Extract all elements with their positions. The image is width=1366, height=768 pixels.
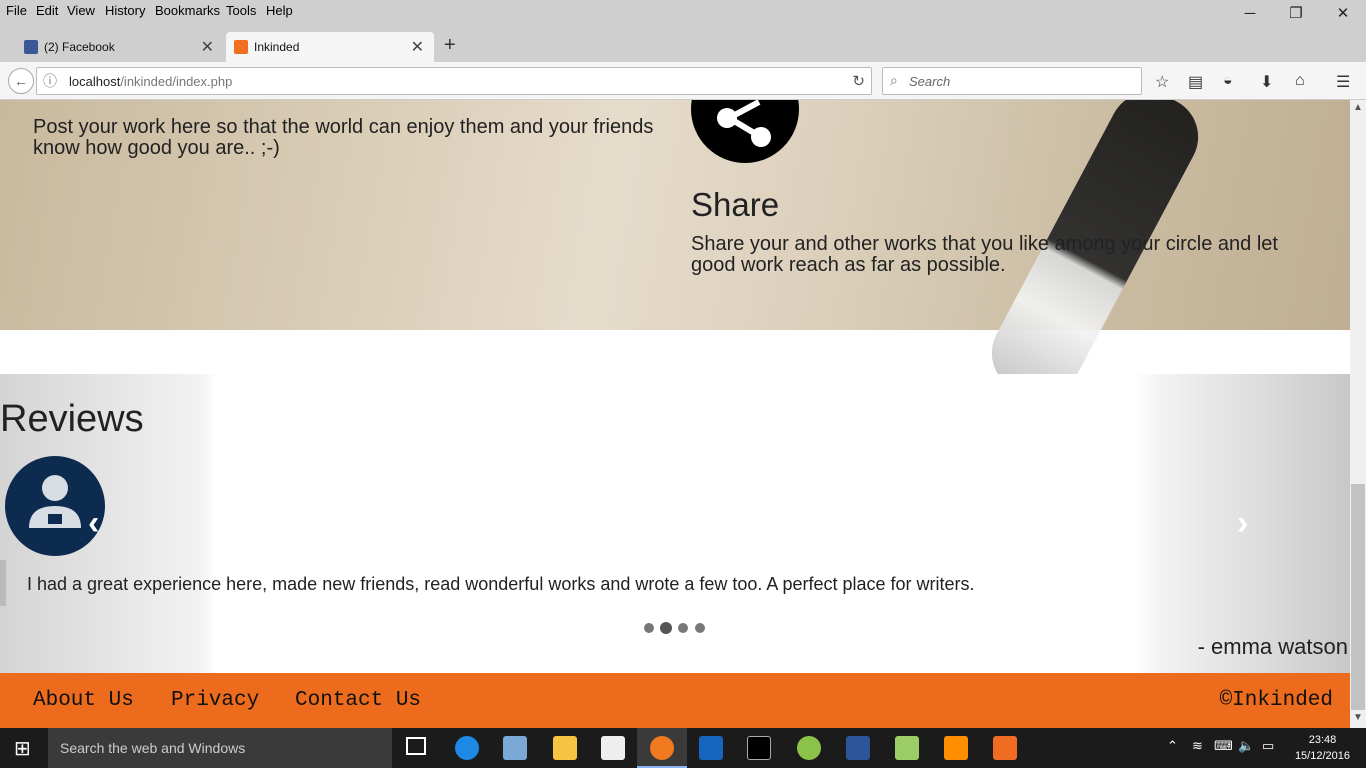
keyboard-icon[interactable]: ⌨ bbox=[1214, 738, 1233, 754]
download-icon[interactable]: ⬇ bbox=[1260, 72, 1273, 92]
bookmark-star-icon[interactable]: ☆ bbox=[1155, 72, 1169, 92]
copyright: ©Inkinded bbox=[1219, 689, 1333, 712]
scrollbar-thumb[interactable] bbox=[1351, 484, 1365, 710]
info-icon[interactable]: ⓘ bbox=[43, 71, 57, 91]
review-quote: I had a great experience here, made new … bbox=[27, 574, 975, 594]
new-tab-button[interactable]: + bbox=[444, 34, 456, 57]
notification-icon[interactable]: ▭ bbox=[1262, 738, 1274, 754]
nav-bar: ← ⓘ localhost/inkinded/index.php ↻ ⌕ Sea… bbox=[0, 62, 1366, 100]
menu-history[interactable]: History bbox=[105, 3, 145, 18]
menu-edit[interactable]: Edit bbox=[36, 3, 58, 18]
clock-date: 15/12/2016 bbox=[1294, 750, 1350, 762]
quote-marker bbox=[0, 560, 6, 606]
footer-link-privacy[interactable]: Privacy bbox=[171, 689, 259, 712]
review-author: - emma watson bbox=[1197, 634, 1348, 659]
reviews-heading: Reviews bbox=[0, 398, 144, 440]
url-bar[interactable]: ⓘ localhost/inkinded/index.php ↻ bbox=[36, 67, 872, 95]
home-icon[interactable]: ⌂ bbox=[1295, 72, 1305, 90]
windows-start-icon[interactable]: ⊞ bbox=[14, 736, 31, 761]
tab-inkinded[interactable]: Inkinded ✕ bbox=[226, 32, 434, 62]
search-input[interactable]: ⌕ Search bbox=[882, 67, 1142, 95]
vlc-icon[interactable] bbox=[944, 736, 968, 760]
carousel-dot[interactable] bbox=[644, 623, 654, 633]
footer-link-contact[interactable]: Contact Us bbox=[295, 689, 421, 712]
page-content: Post your work here so that the world ca… bbox=[0, 100, 1350, 728]
volume-icon[interactable]: 🔈 bbox=[1238, 738, 1254, 754]
search-placeholder: Search bbox=[909, 74, 951, 89]
taskbar-search[interactable]: Search the web and Windows bbox=[48, 728, 392, 768]
edge-icon[interactable] bbox=[455, 736, 479, 760]
menu-bar: File Edit View History Bookmarks Tools H… bbox=[0, 0, 1366, 24]
post-text: Post your work here so that the world ca… bbox=[33, 116, 654, 159]
menu-view[interactable]: View bbox=[67, 3, 95, 18]
footer: About Us Privacy Contact Us ©Inkinded bbox=[0, 673, 1350, 728]
android-studio-icon[interactable] bbox=[797, 736, 821, 760]
close-tab-icon[interactable]: ✕ bbox=[201, 37, 214, 57]
task-view-icon[interactable] bbox=[406, 737, 426, 755]
carousel-dot-active[interactable] bbox=[660, 622, 672, 634]
taskbar-search-placeholder: Search the web and Windows bbox=[60, 740, 246, 756]
chevron-up-icon[interactable]: ⌃ bbox=[1167, 738, 1178, 754]
menu-file[interactable]: File bbox=[6, 3, 27, 18]
share-heading: Share bbox=[691, 186, 780, 223]
menu-bookmarks[interactable]: Bookmarks bbox=[155, 3, 220, 18]
xampp-taskbar-icon[interactable] bbox=[993, 736, 1017, 760]
footer-link-about[interactable]: About Us bbox=[33, 689, 134, 712]
tab-label: Inkinded bbox=[254, 40, 300, 54]
word-icon[interactable] bbox=[846, 736, 870, 760]
file-explorer-icon[interactable] bbox=[553, 736, 577, 760]
scroll-up-icon[interactable]: ▲ bbox=[1353, 102, 1363, 113]
terminal-icon[interactable] bbox=[747, 736, 771, 760]
tab-strip: (2) Facebook ✕ Inkinded ✕ + bbox=[0, 24, 1366, 62]
clock-time: 23:48 bbox=[1308, 734, 1337, 746]
carousel-dot[interactable] bbox=[678, 623, 688, 633]
pocket-icon[interactable]: ◒ bbox=[1223, 72, 1233, 90]
app-icon[interactable] bbox=[503, 736, 527, 760]
reviews-carousel: Reviews ‹ › I had a great experience her… bbox=[0, 374, 1350, 674]
back-button[interactable]: ← bbox=[8, 68, 34, 94]
xampp-icon bbox=[234, 40, 248, 54]
hamburger-menu-icon[interactable]: ☰ bbox=[1336, 72, 1350, 92]
tab-facebook[interactable]: (2) Facebook ✕ bbox=[16, 32, 224, 62]
search-icon: ⌕ bbox=[890, 72, 898, 88]
store-icon[interactable] bbox=[601, 736, 625, 760]
clock[interactable]: 23:48 15/12/2016 bbox=[1295, 732, 1350, 764]
menu-tools[interactable]: Tools bbox=[226, 3, 256, 18]
url-path: /inkinded/index.php bbox=[120, 74, 233, 89]
paint-icon[interactable] bbox=[895, 736, 919, 760]
menu-help[interactable]: Help bbox=[266, 3, 293, 18]
close-tab-icon[interactable]: ✕ bbox=[411, 37, 424, 57]
reading-list-icon[interactable]: ▤ bbox=[1188, 72, 1203, 92]
facebook-icon bbox=[24, 40, 38, 54]
tab-label: (2) Facebook bbox=[44, 40, 115, 54]
wifi-icon[interactable]: ≋ bbox=[1192, 738, 1203, 754]
share-icon bbox=[691, 100, 799, 163]
carousel-next-icon[interactable]: › bbox=[1237, 504, 1248, 543]
firefox-icon[interactable] bbox=[650, 736, 674, 760]
carousel-prev-icon[interactable]: ‹ bbox=[88, 504, 99, 543]
url-host: localhost bbox=[69, 74, 121, 89]
hero-section: Post your work here so that the world ca… bbox=[0, 100, 1350, 412]
reload-icon[interactable]: ↻ bbox=[852, 72, 865, 90]
bluetooth-icon[interactable] bbox=[699, 736, 723, 760]
taskbar: ⊞ Search the web and Windows ⌃ ≋ ⌨ 🔈 ▭ 2… bbox=[0, 728, 1366, 768]
share-text: Share your and other works that you like… bbox=[691, 233, 1278, 276]
scroll-down-icon[interactable]: ▼ bbox=[1353, 712, 1363, 723]
carousel-dot[interactable] bbox=[695, 623, 705, 633]
